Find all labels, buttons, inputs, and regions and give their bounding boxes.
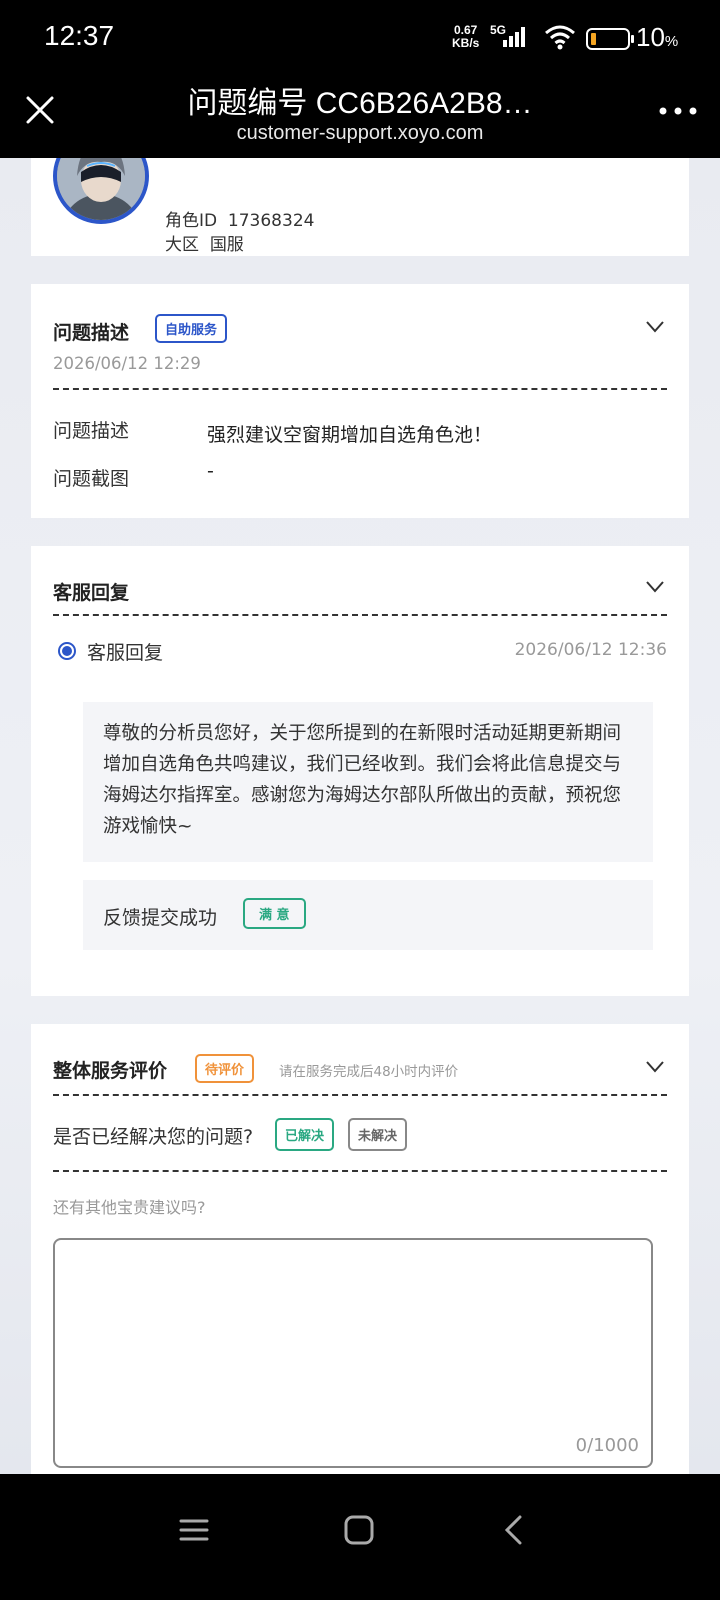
role-id-label: 角色ID [165, 211, 218, 231]
screenshot-label: 问题截图 [53, 468, 130, 490]
clock: 12:37 [44, 20, 115, 51]
system-nav-bar [0, 1474, 720, 1600]
reply-message-box: 尊敬的分析员您好，关于您所提到的在新限时活动延期更新期间增加自选角色共鸣建议，我… [83, 702, 653, 862]
chevron-down-icon[interactable] [645, 320, 665, 334]
profile-card: 角色ID 17368324 大区 国服 [31, 158, 689, 256]
rating-card: 整体服务评价 待评价 请在服务完成后48小时内评价 是否已经解决您的问题? 已解… [31, 1024, 689, 1474]
page-content[interactable]: 角色ID 17368324 大区 国服 问题描述 自助服务 2026/06/12… [0, 158, 720, 1474]
avatar [53, 158, 149, 224]
battery-icon [586, 28, 634, 50]
back-icon[interactable] [500, 1514, 526, 1546]
reply-card: 客服回复 客服回复 2026/06/12 12:36 尊敬的分析员您好，关于您所… [31, 546, 689, 996]
pending-rating-tag: 待评价 [195, 1054, 255, 1083]
net-speed-unit: KB/s [452, 36, 480, 50]
feedback-label: 反馈提交成功 [103, 907, 218, 929]
region-label: 大区 [165, 235, 199, 255]
rating-hint: 请在服务完成后48小时内评价 [279, 1064, 459, 1080]
unresolved-button[interactable]: 未解决 [348, 1118, 408, 1151]
reply-item-date: 2026/06/12 12:36 [514, 640, 667, 660]
radio-dot-icon [58, 642, 76, 660]
net-speed: 0.67 KB/s [452, 24, 479, 50]
problem-desc-value: 强烈建议空窗期增加自选角色池！ [207, 424, 493, 446]
page-url: customer-support.xoyo.com [236, 122, 484, 144]
role-id-value: 17368324 [227, 211, 315, 231]
problem-card: 问题描述 自助服务 2026/06/12 12:29 问题描述 强烈建议空窗期增… [31, 284, 689, 518]
battery-percent-unit: % [664, 33, 679, 50]
feedback-box: 反馈提交成功 满 意 [83, 880, 653, 950]
suggestion-label: 还有其他宝贵建议吗? [53, 1198, 206, 1217]
battery-percent: 10% [636, 22, 678, 53]
rating-section-title: 整体服务评价 [53, 1060, 168, 1082]
problem-desc-label: 问题描述 [53, 420, 130, 442]
chevron-down-icon[interactable] [645, 580, 665, 594]
suggestion-textarea[interactable]: 0/1000 [53, 1238, 653, 1468]
resolved-button[interactable]: 已解决 [275, 1118, 335, 1151]
reply-item-label: 客服回复 [87, 642, 164, 664]
title-bar: 问题编号 CC6B26A2B8… customer-support.xoyo.c… [0, 78, 720, 158]
avatar-image [57, 158, 145, 220]
reply-section-title: 客服回复 [53, 582, 130, 604]
chevron-down-icon[interactable] [645, 1060, 665, 1074]
satisfied-tag: 满 意 [243, 898, 306, 929]
reply-message-text: 尊敬的分析员您好，关于您所提到的在新限时活动延期更新期间增加自选角色共鸣建议，我… [103, 723, 622, 837]
divider [53, 1094, 667, 1096]
status-bar: 12:37 0.67 KB/s 5G 10% [0, 0, 720, 78]
signal-icon [503, 27, 525, 47]
role-id-row: 角色ID 17368324 [165, 206, 314, 231]
home-icon[interactable] [343, 1514, 375, 1546]
char-counter: 0/1000 [575, 1435, 639, 1456]
resolved-question: 是否已经解决您的问题? [53, 1126, 254, 1148]
divider [53, 388, 667, 390]
menu-icon[interactable] [178, 1514, 210, 1546]
region-value: 国服 [209, 235, 244, 255]
wifi-icon [545, 25, 575, 50]
more-icon[interactable] [658, 106, 698, 116]
battery-percent-value: 10 [636, 22, 665, 52]
problem-date: 2026/06/12 12:29 [53, 354, 201, 373]
region-row: 大区 国服 [165, 230, 244, 255]
divider [53, 614, 667, 616]
problem-section-title: 问题描述 [53, 322, 130, 344]
page-title: 问题编号 CC6B26A2B8… [187, 87, 533, 120]
divider [53, 1170, 667, 1172]
battery-level [591, 33, 596, 45]
self-service-tag: 自助服务 [155, 314, 228, 343]
screenshot-value: - [207, 460, 214, 482]
